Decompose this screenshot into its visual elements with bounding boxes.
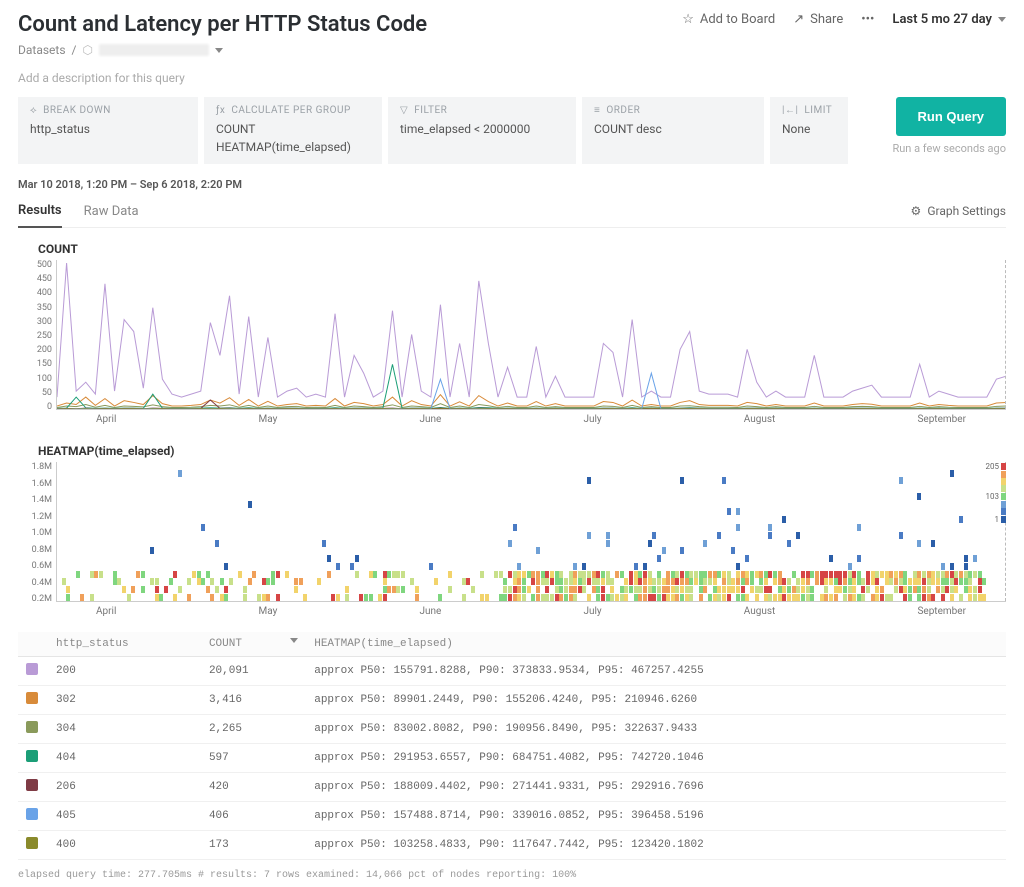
cell-heatmap: approx P50: 83002.8082, P90: 190956.8490…	[306, 715, 1006, 744]
series-swatch	[26, 779, 38, 791]
order-icon: ≡	[594, 105, 600, 116]
col-http-status[interactable]: http_status	[48, 632, 201, 657]
hexagon-icon: ⬡	[82, 43, 92, 57]
cell-heatmap: approx P50: 291953.6557, P90: 684751.408…	[306, 744, 1006, 773]
cell-count: 406	[201, 802, 306, 831]
heatmap-chart-title: HEATMAP(time_elapsed)	[38, 444, 1006, 458]
limit-icon: |←|	[782, 105, 798, 116]
series-swatch	[26, 663, 38, 675]
cell-count: 2,265	[201, 715, 306, 744]
graph-settings-button[interactable]: ⚙ Graph Settings	[911, 204, 1006, 218]
run-query-button[interactable]: Run Query	[896, 97, 1006, 136]
cell-count: 3,416	[201, 686, 306, 715]
table-row[interactable]: 200 20,091 approx P50: 155791.8288, P90:…	[18, 657, 1006, 686]
tab-results[interactable]: Results	[18, 195, 62, 228]
cell-heatmap: approx P50: 103258.4833, P90: 117647.744…	[306, 831, 1006, 860]
cell-count: 597	[201, 744, 306, 773]
table-row[interactable]: 405 406 approx P50: 157488.8714, P90: 33…	[18, 802, 1006, 831]
cell-heatmap: approx P50: 155791.8288, P90: 373833.953…	[306, 657, 1006, 686]
cell-heatmap: approx P50: 157488.8714, P90: 339016.085…	[306, 802, 1006, 831]
count-chart-title: COUNT	[38, 242, 1006, 256]
description-input[interactable]: Add a description for this query	[18, 71, 1006, 85]
col-heatmap[interactable]: HEATMAP(time_elapsed)	[306, 632, 1006, 657]
add-to-board-button[interactable]: ☆ Add to Board	[682, 12, 775, 27]
breadcrumb-root[interactable]: Datasets	[18, 43, 66, 57]
dataset-name[interactable]	[99, 44, 209, 56]
cell-status: 400	[48, 831, 201, 860]
cell-status: 304	[48, 715, 201, 744]
filter-icon: ▽	[400, 105, 408, 116]
breadcrumb[interactable]: Datasets / ⬡	[18, 43, 682, 57]
time-range-picker[interactable]: Last 5 mo 27 day	[892, 12, 1006, 27]
table-row[interactable]: 404 597 approx P50: 291953.6557, P90: 68…	[18, 744, 1006, 773]
results-table: http_status COUNT HEATMAP(time_elapsed) …	[18, 632, 1006, 860]
cell-status: 206	[48, 773, 201, 802]
cell-heatmap: approx P50: 188009.4402, P90: 271441.933…	[306, 773, 1006, 802]
col-count[interactable]: COUNT	[201, 632, 306, 657]
series-swatch	[26, 692, 38, 704]
tab-raw-data[interactable]: Raw Data	[84, 196, 139, 227]
filter-clause[interactable]: ▽FILTER time_elapsed < 2000000	[388, 97, 576, 164]
cell-status: 405	[48, 802, 201, 831]
page-title: Count and Latency per HTTP Status Code	[18, 12, 682, 37]
table-row[interactable]: 206 420 approx P50: 188009.4402, P90: 27…	[18, 773, 1006, 802]
cell-count: 173	[201, 831, 306, 860]
table-row[interactable]: 304 2,265 approx P50: 83002.8082, P90: 1…	[18, 715, 1006, 744]
table-row[interactable]: 400 173 approx P50: 103258.4833, P90: 11…	[18, 831, 1006, 860]
count-y-axis: 500450400350300250200150100500	[18, 260, 56, 412]
order-clause[interactable]: ≡ORDER COUNT desc	[582, 97, 764, 164]
heatmap-legend: 2051031	[983, 462, 1006, 524]
breakdown-icon: ⟡	[30, 105, 37, 116]
heatmap-chart[interactable]: 2051031	[56, 462, 1006, 602]
calculate-clause[interactable]: ƒxCALCULATE PER GROUP COUNT HEATMAP(time…	[204, 97, 382, 164]
ellipsis-icon: •••	[861, 12, 874, 27]
cell-heatmap: approx P50: 89901.2449, P90: 155206.4240…	[306, 686, 1006, 715]
count-chart[interactable]	[56, 260, 1006, 410]
chevron-down-icon[interactable]	[215, 48, 223, 53]
limit-clause[interactable]: |←|LIMIT None	[770, 97, 848, 164]
series-swatch	[26, 750, 38, 762]
cell-status: 302	[48, 686, 201, 715]
series-swatch	[26, 808, 38, 820]
run-timestamp: Run a few seconds ago	[892, 142, 1006, 155]
cell-count: 20,091	[201, 657, 306, 686]
table-row[interactable]: 302 3,416 approx P50: 89901.2449, P90: 1…	[18, 686, 1006, 715]
share-icon: ↗	[793, 12, 804, 27]
share-button[interactable]: ↗ Share	[793, 12, 843, 27]
cell-count: 420	[201, 773, 306, 802]
series-swatch	[26, 837, 38, 849]
star-icon: ☆	[682, 12, 694, 27]
heatmap-y-axis: 1.8M1.6M1.4M1.2M1.0M0.8M0.6M0.4M0.2M	[18, 462, 56, 604]
series-swatch	[26, 721, 38, 733]
cell-status: 404	[48, 744, 201, 773]
breakdown-clause[interactable]: ⟡BREAK DOWN http_status	[18, 97, 198, 164]
query-stats-footer: elapsed query time: 277.705ms # results:…	[18, 870, 1006, 881]
cell-status: 200	[48, 657, 201, 686]
function-icon: ƒx	[216, 105, 225, 116]
heatmap-x-axis: AprilMayJuneJulyAugustSeptember	[56, 602, 1006, 617]
chevron-down-icon	[998, 17, 1006, 22]
gear-icon: ⚙	[911, 204, 922, 218]
more-menu[interactable]: •••	[861, 12, 874, 27]
query-timespan: Mar 10 2018, 1:20 PM – Sep 6 2018, 2:20 …	[18, 178, 1006, 191]
count-x-axis: AprilMayJuneJulyAugustSeptember	[56, 410, 1006, 425]
